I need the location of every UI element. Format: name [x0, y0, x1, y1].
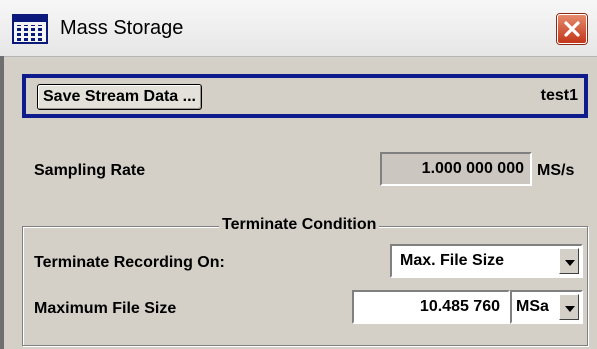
chevron-down-icon[interactable] — [559, 294, 579, 320]
title-bar: Mass Storage — [0, 0, 597, 57]
stream-file-name: test1 — [540, 87, 578, 104]
sampling-rate-value: 1.000 000 000 — [380, 152, 532, 186]
stream-data-panel: Save Stream Data ... test1 — [22, 74, 588, 118]
terminate-recording-value: Max. File Size — [400, 252, 505, 269]
data-table-icon — [12, 14, 48, 44]
sampling-rate-label: Sampling Rate — [34, 162, 146, 179]
window-title: Mass Storage — [60, 17, 184, 39]
save-stream-data-button[interactable]: Save Stream Data ... — [37, 84, 202, 110]
sampling-rate-unit: MS/s — [537, 162, 575, 179]
file-size-unit-dropdown[interactable]: MSa — [510, 290, 583, 324]
close-button[interactable] — [557, 14, 587, 44]
close-icon — [564, 21, 580, 37]
file-size-unit-value: MSa — [516, 298, 549, 315]
terminate-recording-dropdown[interactable]: Max. File Size — [390, 244, 583, 278]
terminate-condition-title: Terminate Condition — [219, 216, 380, 234]
maximum-file-size-input[interactable]: 10.485 760 — [352, 290, 510, 324]
chevron-down-icon[interactable] — [559, 248, 579, 274]
terminate-recording-label: Terminate Recording On: — [34, 254, 225, 271]
maximum-file-size-label: Maximum File Size — [34, 300, 177, 317]
mass-storage-window: Mass Storage Save Stream Data ... test1 … — [0, 0, 597, 349]
window-left-border — [0, 56, 4, 349]
